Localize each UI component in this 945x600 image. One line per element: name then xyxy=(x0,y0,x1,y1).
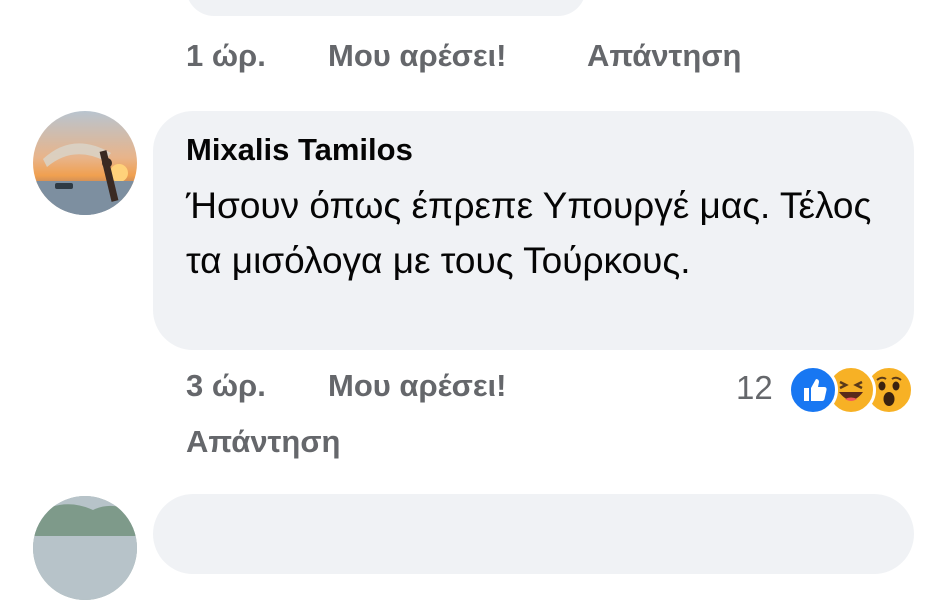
next-comment-avatar[interactable] xyxy=(33,496,137,600)
next-comment-bubble xyxy=(153,494,914,574)
reaction-count: 12 xyxy=(736,369,773,406)
like-button[interactable]: Μου αρέσει! xyxy=(328,368,507,404)
reply-button[interactable]: Απάντηση xyxy=(186,424,340,460)
avatar-sunset-photo xyxy=(33,111,137,215)
like-icon xyxy=(788,365,838,415)
comment-time[interactable]: 3 ώρ. xyxy=(186,368,266,404)
previous-comment-bubble xyxy=(186,0,586,16)
comment-author[interactable]: Mixalis Tamilos xyxy=(186,132,413,168)
comment-text: Ήσουν όπως έπρεπε Υπουργέ μας. Τέλος τα … xyxy=(186,185,872,281)
previous-comment-reply-button[interactable]: Απάντηση xyxy=(587,38,741,74)
previous-comment-time[interactable]: 1 ώρ. xyxy=(186,38,266,74)
previous-comment-like-button[interactable]: Μου αρέσει! xyxy=(328,38,507,74)
avatar[interactable] xyxy=(33,111,137,215)
